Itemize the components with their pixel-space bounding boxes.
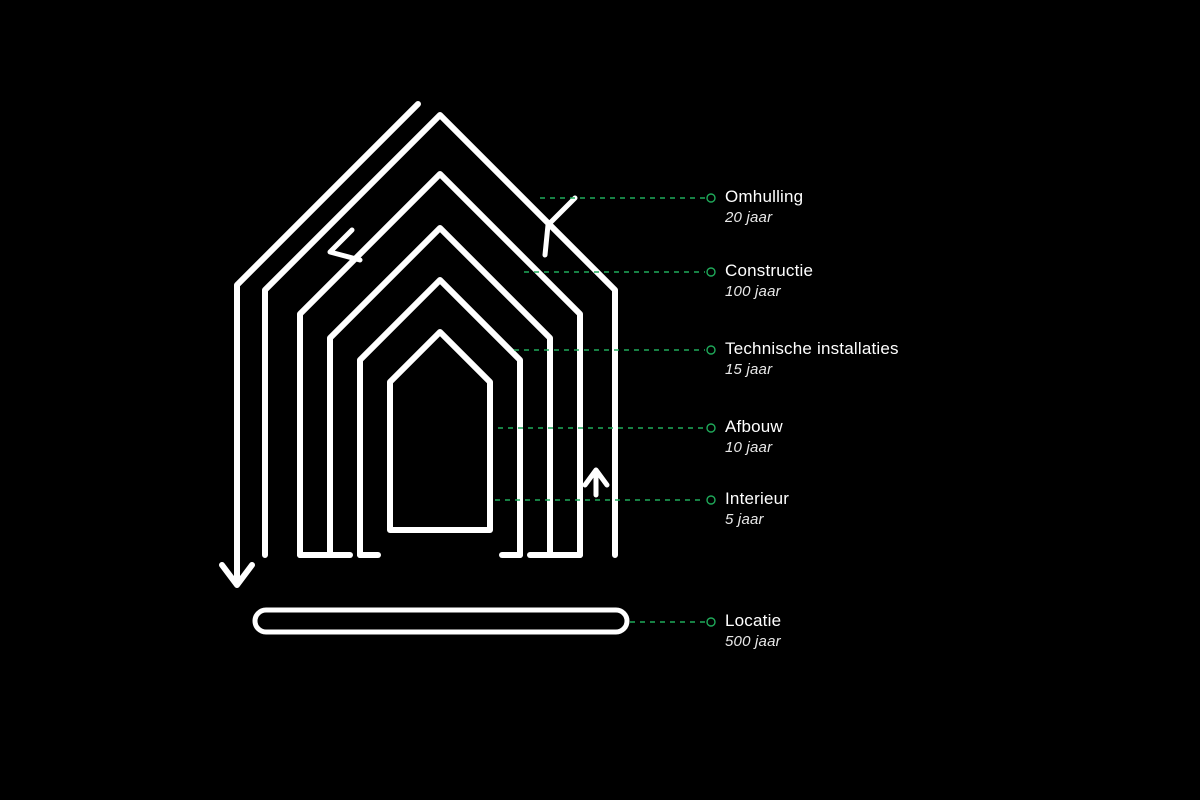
label-subtitle: 100 jaar	[725, 283, 813, 300]
label-subtitle: 15 jaar	[725, 361, 899, 378]
house-layers-icon	[0, 0, 1200, 800]
label-title: Afbouw	[725, 417, 783, 437]
label-title: Omhulling	[725, 187, 803, 207]
label-subtitle: 10 jaar	[725, 439, 783, 456]
layer-locatie-icon	[255, 610, 627, 632]
label-subtitle: 20 jaar	[725, 209, 803, 226]
label-title: Locatie	[725, 611, 781, 631]
label-subtitle: 5 jaar	[725, 511, 789, 528]
label-technisch: Technische installaties 15 jaar	[725, 339, 899, 378]
label-title: Interieur	[725, 489, 789, 509]
label-subtitle: 500 jaar	[725, 633, 781, 650]
label-title: Constructie	[725, 261, 813, 281]
label-omhulling: Omhulling 20 jaar	[725, 187, 803, 226]
layer-afbouw-icon	[360, 280, 520, 555]
label-interieur: Interieur 5 jaar	[725, 489, 789, 528]
label-title: Technische installaties	[725, 339, 899, 359]
layer-interieur-icon	[390, 332, 490, 530]
label-locatie: Locatie 500 jaar	[725, 611, 781, 650]
diagram-stage: Omhulling 20 jaar Constructie 100 jaar T…	[0, 0, 1200, 800]
layer-afbouw-arrow-icon	[585, 470, 607, 495]
label-constructie: Constructie 100 jaar	[725, 261, 813, 300]
label-afbouw: Afbouw 10 jaar	[725, 417, 783, 456]
